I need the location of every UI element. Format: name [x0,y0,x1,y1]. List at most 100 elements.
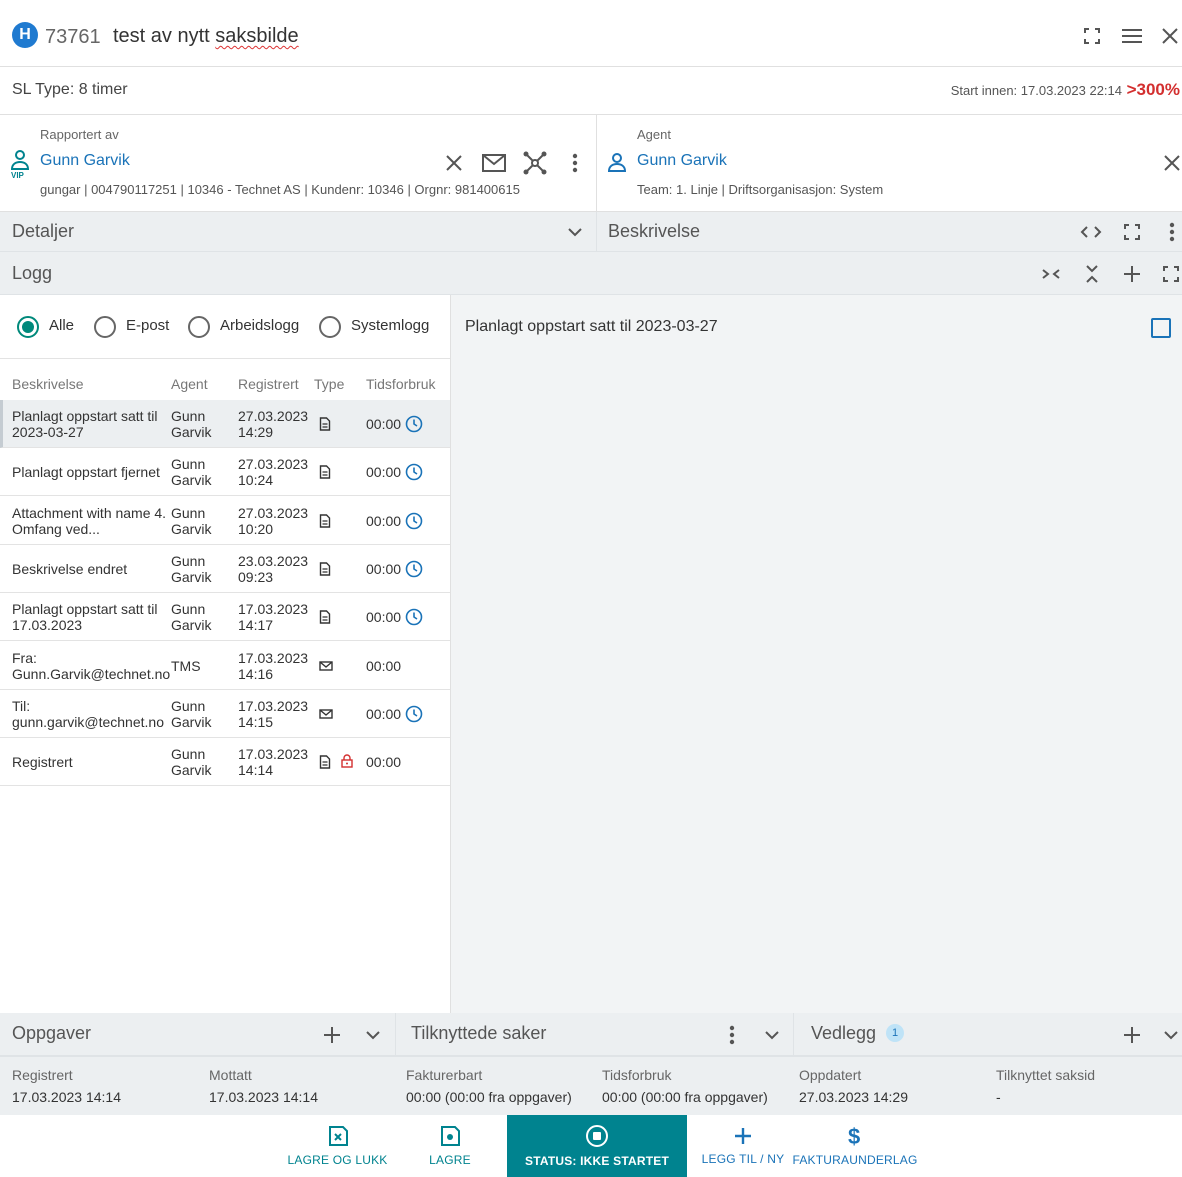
filter-arbeidslogg-radio[interactable] [188,316,210,338]
log-row[interactable]: Planlagt oppstart satt til 2023-03-27 Gunn… [0,400,450,448]
filter-systemlogg-radio[interactable] [319,316,341,338]
column-header[interactable]: Tidsforbruk [366,376,436,392]
log-description-line: Gunn.Garvik@technet.no [12,665,171,682]
log-agent: TMS [171,658,201,674]
log-row[interactable]: Fra: Gunn.Garvik@technet.no TMS 17.03.2023 1… [0,642,450,690]
log-detail-checkbox[interactable] [1151,318,1171,338]
clock-icon[interactable] [405,463,423,481]
log-time-spent: 00:00 [366,754,402,771]
log-date: 27.03.2023 [238,408,309,424]
invoice-basis-button[interactable]: $ FAKTURAUNDERLAG [792,1115,918,1177]
log-description-line: Planlagt oppstart satt til [12,601,158,618]
log-row[interactable]: Beskrivelse endret Gunn Garvik 23.03.2023 09… [0,545,450,593]
log-registered: 17.03.2023 14:17 [238,601,308,633]
attachments-section-header[interactable]: Vedlegg 1 [794,1013,1182,1056]
mail-icon[interactable] [481,151,507,175]
menu-icon[interactable] [1118,24,1146,48]
case-title-prefix: test av nytt [113,25,216,47]
filter-alle-radio[interactable] [17,316,39,338]
log-date: 27.03.2023 [238,504,309,521]
log-row[interactable]: Til: gunn.garvik@technet.no Gunn Garvik 17.0… [0,690,450,738]
log-row[interactable]: Registrert Gunn Garvik 17.03.2023 14:14 00:00 [0,738,450,787]
agent-label: Agent [637,127,671,142]
fullscreen-icon[interactable] [1160,263,1182,285]
log-row[interactable]: Attachment with name 4. Omfang ved... Gunn… [0,497,450,545]
dollar-icon: $ [848,1125,860,1147]
log-date: 17.03.2023 [238,601,309,618]
add-new-button[interactable]: LEGG TIL / NY [698,1115,788,1177]
save-and-close-button[interactable]: LAGRE OG LUKK [280,1115,395,1177]
document-type-icon [319,755,331,769]
vip-user-icon: VIP [10,149,32,179]
add-icon[interactable] [1120,1023,1144,1047]
lock-icon [341,754,353,768]
clear-reporter-icon[interactable] [442,151,466,175]
log-row[interactable]: Planlagt oppstart fjernet Gunn Garvik 27.03… [0,448,450,497]
log-description-line: gunn.garvik@technet.no [12,713,164,730]
clock-icon[interactable] [405,608,423,626]
status-button[interactable]: STATUS: IKKE STARTET [507,1115,687,1177]
filter-label: Alle [49,317,75,334]
agent-name-link[interactable]: Gunn Garvik [637,152,727,170]
add-log-icon[interactable] [1120,262,1144,286]
log-time-spent: 00:00 [366,512,402,529]
tasks-section-header[interactable]: Oppgaver [0,1013,396,1056]
chevron-down-icon[interactable] [361,1025,385,1045]
log-description-line: Attachment with name 4. [12,504,167,521]
case-dates-bar: Registrert 17.03.2023 14:14 Mottatt 17.0… [0,1056,1182,1115]
fullscreen-icon[interactable] [1120,222,1144,242]
more-vertical-icon[interactable] [1166,222,1178,242]
log-agent-line: Gunn [171,552,206,569]
collapse-vertical-icon[interactable] [1080,262,1104,286]
close-icon[interactable] [1158,24,1182,48]
button-label: STATUS: IKKE STARTET [525,1154,669,1168]
log-description-line: 2023-03-27 [12,424,84,440]
clock-icon[interactable] [405,415,423,433]
linked-cases-section-header[interactable]: Tilknyttede saker [396,1013,794,1056]
log-date: 17.03.2023 [238,746,309,763]
case-title[interactable]: test av nytt saksbilde [113,25,299,48]
clock-icon[interactable] [405,512,423,530]
user-icon [607,152,627,172]
clock-icon[interactable] [405,560,423,578]
organization-tree-icon[interactable] [521,149,549,177]
details-section-header[interactable]: Detaljer [0,212,597,252]
bottom-section-headers: Oppgaver Tilknyttede saker Vedlegg 1 [0,1013,1182,1056]
log-row[interactable]: Planlagt oppstart satt til 17.03.2023 Gunn… [0,593,450,642]
attachments-title: Vedlegg [811,1023,877,1043]
title-bar: H 73761 test av nytt saksbilde [0,7,1182,67]
more-vertical-icon[interactable] [726,1023,738,1047]
email-type-icon [319,709,333,719]
fullscreen-icon[interactable] [1080,24,1104,48]
log-table-header: Beskrivelse Agent Registrert Type Tidsfo… [0,376,450,400]
column-header[interactable]: Registrert [238,376,299,392]
add-icon[interactable] [320,1023,344,1047]
code-icon[interactable] [1078,222,1104,242]
chevron-down-icon[interactable] [563,222,587,242]
sl-type: SL Type: 8 timer [12,81,128,98]
column-header[interactable]: Beskrivelse [12,376,84,392]
description-section-header[interactable]: Beskrivelse [597,212,1182,252]
log-agent-line: Gunn [171,601,206,618]
log-time: 10:20 [238,520,274,537]
button-label: FAKTURAUNDERLAG [792,1153,918,1167]
log-description-line: Omfang ved... [12,520,100,537]
column-header[interactable]: Agent [171,376,208,392]
more-vertical-icon[interactable] [565,151,585,175]
log-time: 10:24 [238,472,274,489]
column-header[interactable]: Type [314,376,344,392]
log-detail-panel: Planlagt oppstart satt til 2023-03-27 [451,295,1182,1013]
clock-icon[interactable] [405,705,423,723]
chevron-down-icon[interactable] [760,1025,784,1045]
filter-epost-radio[interactable] [94,316,116,338]
collapse-horizontal-icon[interactable] [1038,263,1064,285]
log-section-header: Logg [0,252,1182,295]
document-type-icon [319,417,331,431]
chevron-down-icon[interactable] [1160,1025,1182,1045]
filter-label: Systemlogg [351,317,430,334]
email-type-icon [319,660,333,671]
clear-agent-icon[interactable] [1160,151,1182,175]
log-date: 23.03.2023 [238,552,309,569]
save-button[interactable]: LAGRE [410,1115,490,1177]
reporter-name-link[interactable]: Gunn Garvik [40,152,130,170]
